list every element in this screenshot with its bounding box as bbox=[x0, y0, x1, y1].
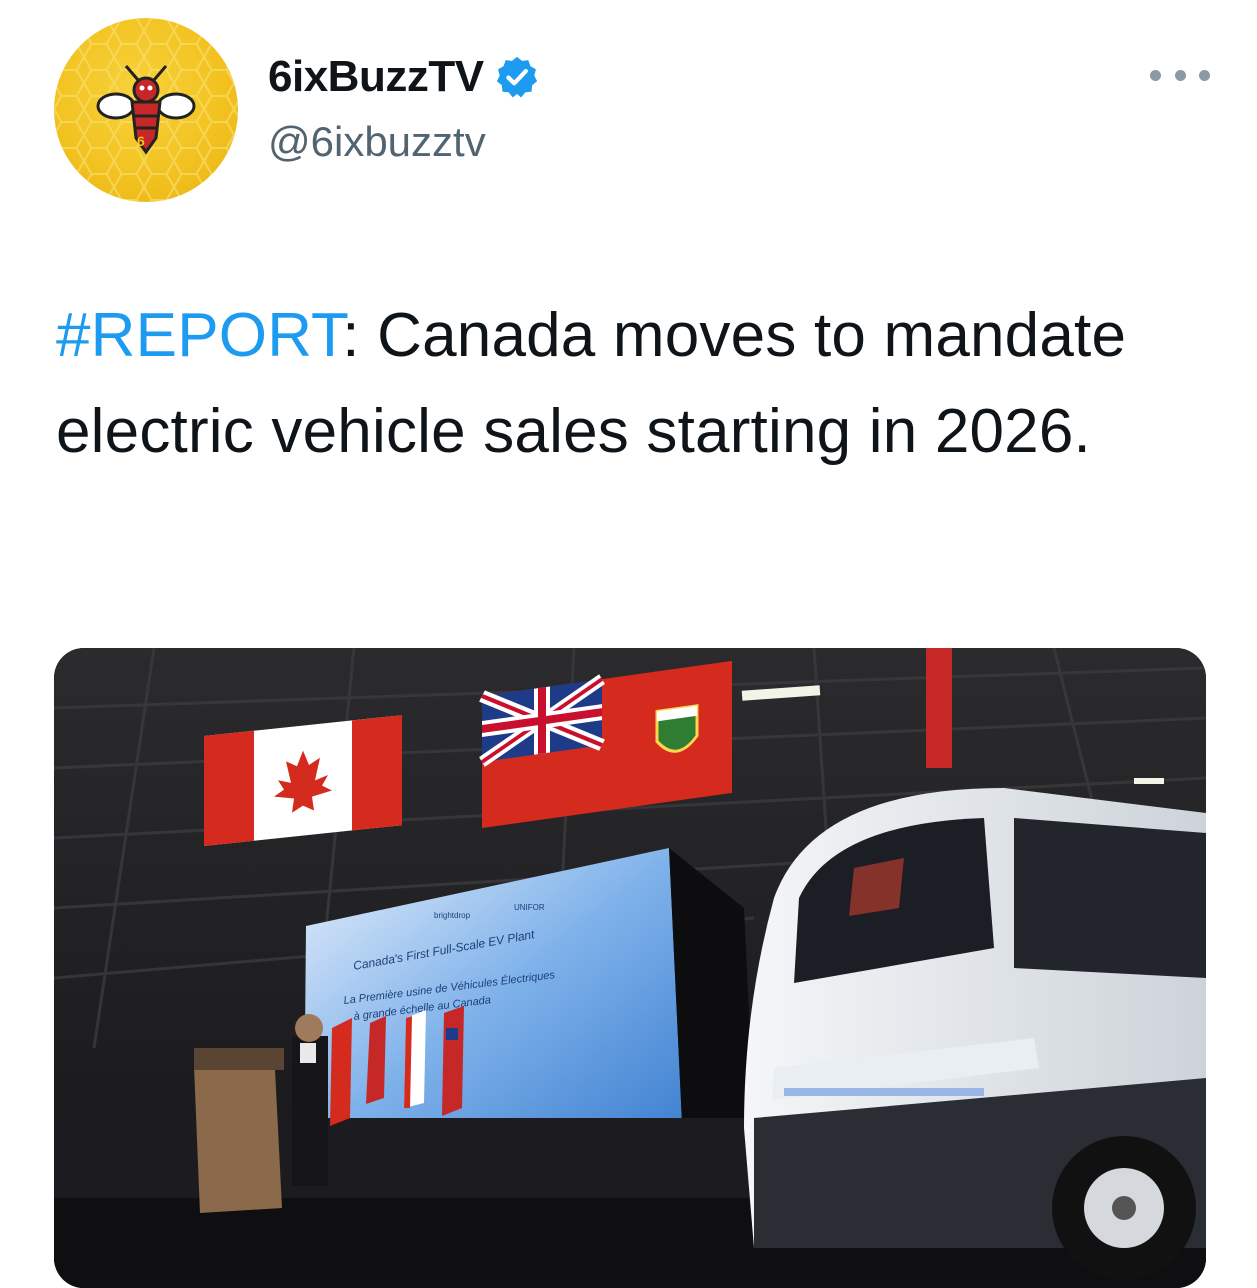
more-dot bbox=[1199, 69, 1210, 81]
author-name[interactable]: 6ixBuzzTV bbox=[268, 52, 540, 102]
avatar-badge-text: 6 bbox=[137, 133, 145, 149]
tweet-media-photo[interactable]: Canada's First Full-Scale EV Plant La Pr… bbox=[54, 648, 1206, 1288]
screen-brand: UNIFOR bbox=[514, 903, 545, 912]
more-dot bbox=[1150, 69, 1161, 81]
more-options-icon[interactable] bbox=[1150, 60, 1210, 90]
hashtag-link[interactable]: #REPORT bbox=[56, 301, 342, 370]
avatar[interactable]: 6 bbox=[54, 18, 238, 202]
photo-scene: Canada's First Full-Scale EV Plant La Pr… bbox=[54, 648, 1206, 1288]
verified-badge-icon bbox=[496, 56, 537, 98]
more-dot bbox=[1174, 69, 1186, 81]
display-name-text: 6ixBuzzTV bbox=[268, 52, 484, 101]
tweet-text: #REPORT: Canada moves to mandate electri… bbox=[56, 288, 1206, 480]
author-handle[interactable]: @6ixbuzztv bbox=[268, 118, 486, 166]
bee-logo-icon: 6 bbox=[54, 18, 238, 202]
screen-logo-text: brightdrop bbox=[434, 911, 471, 920]
